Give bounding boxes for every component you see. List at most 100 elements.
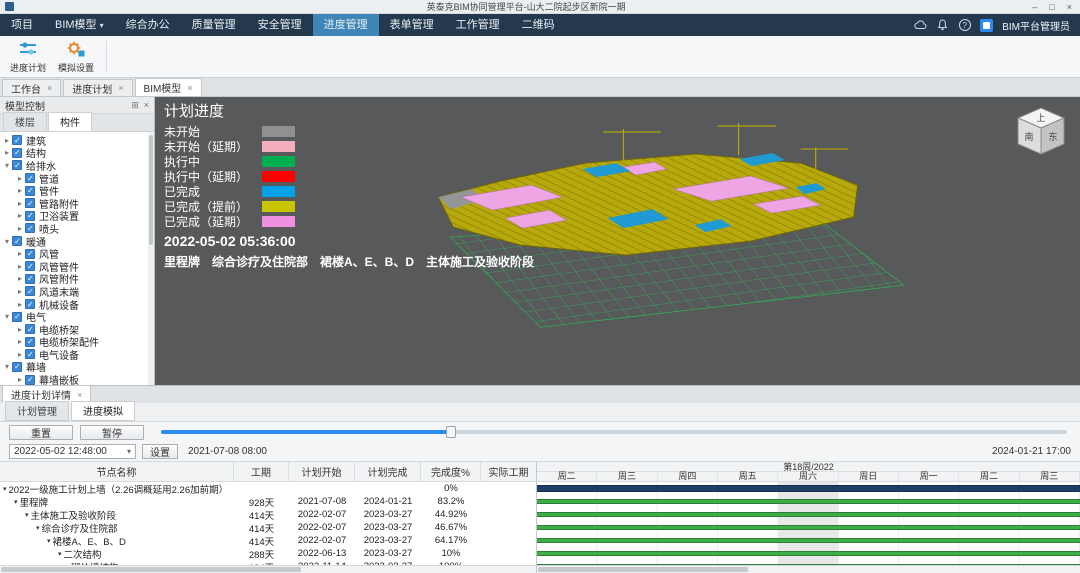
expander-icon[interactable]: ▸: [15, 274, 25, 283]
sim-slider-handle[interactable]: [446, 426, 456, 438]
checkbox[interactable]: [12, 236, 22, 246]
datetime-picker[interactable]: 2022-05-02 12:48:00 ▾: [9, 444, 136, 459]
pause-button[interactable]: 暂停: [80, 425, 144, 440]
checkbox[interactable]: [25, 286, 35, 296]
help-icon[interactable]: ?: [958, 19, 971, 32]
settings-button[interactable]: 设置: [142, 444, 178, 459]
table-row[interactable]: ▾ 主体施工及验收阶段 414天 2022-02-07 2023-03-27 4…: [0, 508, 536, 521]
document-tab[interactable]: 工作台 ×: [2, 79, 61, 96]
menu-item[interactable]: BIM模型▾: [44, 14, 115, 36]
expander-icon[interactable]: ▾: [2, 362, 12, 371]
column-header[interactable]: 计划开始: [289, 462, 355, 481]
close-icon[interactable]: ×: [47, 83, 52, 93]
close-icon[interactable]: ×: [77, 390, 82, 400]
schedule-plan-button[interactable]: 进度计划: [4, 38, 52, 75]
reset-button[interactable]: 重置: [9, 425, 73, 440]
expander-icon[interactable]: ▸: [15, 211, 25, 220]
scrollbar-thumb[interactable]: [149, 135, 153, 245]
table-row[interactable]: ▾ 里程牌 928天 2021-07-08 2024-01-21 83.2%: [0, 495, 536, 508]
expander-icon[interactable]: ▾: [2, 312, 12, 321]
menu-item[interactable]: 表单管理▾: [379, 14, 445, 36]
expander-icon[interactable]: ▸: [15, 287, 25, 296]
gantt-bar[interactable]: [537, 499, 1080, 504]
checkbox[interactable]: [12, 160, 22, 170]
expander-icon[interactable]: ▸: [15, 186, 25, 195]
column-header[interactable]: 计划完成: [355, 462, 421, 481]
model-viewport[interactable]: 计划进度 未开始 未开始（延期） 执行中: [155, 97, 1080, 385]
checkbox[interactable]: [25, 261, 35, 271]
expander-icon[interactable]: ▸: [15, 325, 25, 334]
expander-icon[interactable]: ▾: [2, 161, 12, 170]
expander-icon[interactable]: ▸: [2, 136, 12, 145]
table-row[interactable]: ▾ 裙楼A、E、B、D 414天 2022-02-07 2023-03-27 6…: [0, 534, 536, 547]
table-horizontal-scrollbar[interactable]: [0, 566, 537, 573]
simulation-settings-button[interactable]: 模拟设置: [52, 38, 100, 75]
checkbox[interactable]: [25, 349, 35, 359]
checkbox[interactable]: [12, 135, 22, 145]
dock-icon[interactable]: ⊞: [131, 98, 139, 113]
checkbox[interactable]: [25, 223, 35, 233]
tree-item[interactable]: ▸ 机械设备: [0, 298, 154, 311]
checkbox[interactable]: [25, 173, 35, 183]
gantt-bar[interactable]: [537, 525, 1080, 530]
user-avatar[interactable]: [980, 19, 993, 32]
gantt-bar[interactable]: [537, 551, 1080, 556]
column-header[interactable]: 节点名称: [0, 462, 234, 481]
cloud-icon[interactable]: [914, 19, 927, 32]
tab-plan-management[interactable]: 计划管理: [5, 401, 69, 421]
expander-icon[interactable]: ▸: [15, 375, 25, 384]
document-tab[interactable]: 进度计划 ×: [63, 79, 132, 96]
gantt-bar[interactable]: [537, 485, 1080, 492]
checkbox[interactable]: [25, 186, 35, 196]
gantt-bar[interactable]: [537, 564, 1080, 565]
expander-icon[interactable]: ▸: [15, 262, 25, 271]
tab-floors[interactable]: 楼层: [3, 112, 47, 131]
tree-item[interactable]: ▾ 暖通: [0, 235, 154, 248]
tree-item[interactable]: ▸ 喷头: [0, 222, 154, 235]
expander-icon[interactable]: ▸: [15, 199, 25, 208]
menu-item[interactable]: 质量管理▾: [181, 14, 247, 36]
table-row[interactable]: ▾ 2022一级施工计划上墙（2.26调概延用2.26加前期） 0%: [0, 482, 536, 495]
menu-item[interactable]: 综合办公▾: [115, 14, 181, 36]
tree-item[interactable]: ▸ 结构: [0, 147, 154, 160]
expander-icon[interactable]: ▸: [15, 249, 25, 258]
expander-icon[interactable]: ▾: [58, 550, 62, 558]
checkbox[interactable]: [25, 375, 35, 385]
expander-icon[interactable]: ▾: [47, 537, 51, 545]
checkbox[interactable]: [25, 299, 35, 309]
column-header[interactable]: 完成度%: [421, 462, 481, 481]
expander-icon[interactable]: ▸: [15, 224, 25, 233]
tree-item[interactable]: ▸ 卫浴装置: [0, 210, 154, 223]
maximize-button[interactable]: □: [1049, 1, 1054, 13]
tree-item[interactable]: ▸ 幕墙嵌板: [0, 373, 154, 385]
column-header[interactable]: 实际工期: [481, 462, 536, 481]
checkbox[interactable]: [25, 249, 35, 259]
checkbox[interactable]: [25, 198, 35, 208]
expander-icon[interactable]: ▸: [15, 337, 25, 346]
navigation-cube[interactable]: 上 南 东: [1014, 103, 1068, 159]
checkbox[interactable]: [25, 324, 35, 334]
expander-icon[interactable]: ▾: [25, 511, 29, 519]
tree-item[interactable]: ▸ 电气设备: [0, 348, 154, 361]
close-icon[interactable]: ×: [118, 83, 123, 93]
menu-item[interactable]: 进度管理▾: [313, 14, 379, 36]
expander-icon[interactable]: ▾: [36, 524, 40, 532]
scrollbar-thumb[interactable]: [538, 567, 748, 572]
bell-icon[interactable]: [936, 19, 949, 32]
close-icon[interactable]: ×: [144, 98, 149, 113]
tab-components[interactable]: 构件: [48, 112, 92, 131]
tree-item[interactable]: ▸ 建筑: [0, 134, 154, 147]
table-row[interactable]: ▾ 二次结构 288天 2022-06-13 2023-03-27 10%: [0, 547, 536, 560]
minimize-button[interactable]: –: [1032, 1, 1037, 13]
gantt-horizontal-scrollbar[interactable]: [537, 566, 1080, 573]
gantt-body[interactable]: [537, 482, 1080, 565]
scrollbar-thumb[interactable]: [1, 567, 301, 572]
tree-scrollbar[interactable]: [148, 132, 154, 385]
tree-item[interactable]: ▸ 管道: [0, 172, 154, 185]
checkbox[interactable]: [12, 312, 22, 322]
expander-icon[interactable]: ▾: [2, 237, 12, 246]
checkbox[interactable]: [25, 337, 35, 347]
simulation-slider[interactable]: [161, 430, 1067, 434]
menu-item[interactable]: 二维码▾: [511, 14, 566, 36]
table-row[interactable]: ▾ 综合诊疗及住院部 414天 2022-02-07 2023-03-27 46…: [0, 521, 536, 534]
